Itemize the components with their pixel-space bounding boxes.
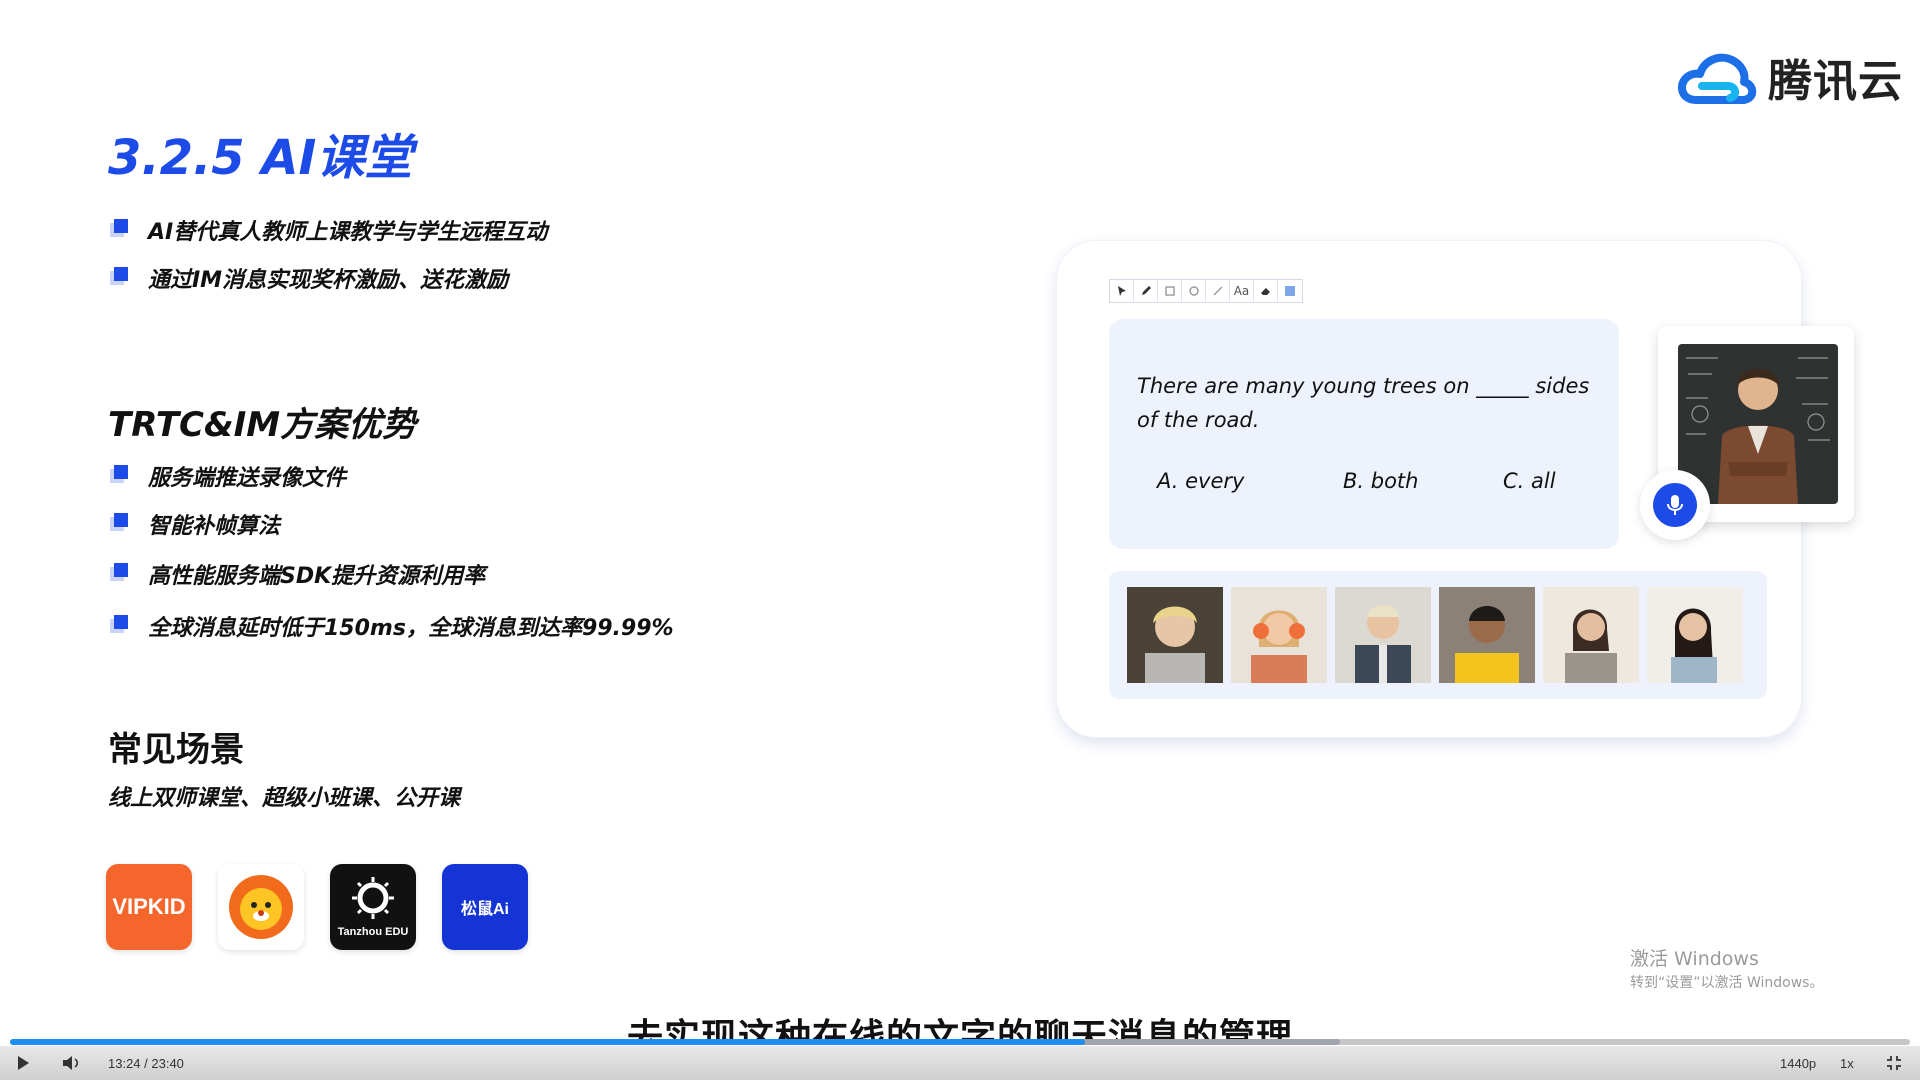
sun-icon [352,877,394,919]
list-item-text: AI替代真人教师上课教学与学生远程互动 [148,220,548,245]
option-a[interactable]: A. every [1157,469,1244,493]
speed-button[interactable]: 1x [1840,1046,1854,1080]
play-icon[interactable] [16,1046,30,1080]
lion-logo [218,864,304,950]
whiteboard-toolbar: Aa [1109,279,1303,303]
songshu-ai-logo: 松鼠Ai [442,864,528,950]
student-video[interactable] [1127,587,1223,683]
scenarios-heading: 常见场景 [108,730,244,770]
windows-watermark-hint: 转到“设置”以激活 Windows。 [1630,975,1824,991]
question-panel: There are many young trees on _____ side… [1109,319,1619,549]
option-b[interactable]: B. both [1343,469,1418,493]
vipkid-logo-text: VIPKID [112,894,186,919]
list-item: 服务端推送录像文件 [110,452,674,500]
bullet-icon [110,615,128,633]
advantages-heading: TRTC&IM方案优势 [108,405,417,445]
fullscreen-exit-icon[interactable] [1886,1046,1902,1080]
tanzhou-logo: Tanzhou EDU [330,864,416,950]
student-video[interactable] [1231,587,1327,683]
rect-icon[interactable] [1158,280,1182,302]
student-video[interactable] [1439,587,1535,683]
student-video[interactable] [1335,587,1431,683]
tanzhou-logo-text: Tanzhou EDU [337,926,409,938]
color-icon[interactable] [1278,280,1302,302]
feature-list: AI替代真人教师上课教学与学生远程互动 通过IM消息实现奖杯激励、送花激励 [110,206,547,302]
scenarios-text: 线上双师课堂、超级小班课、公开课 [108,786,461,811]
pen-icon[interactable] [1134,280,1158,302]
bullet-icon [110,465,128,483]
line-icon[interactable] [1206,280,1230,302]
app-logos: VIPKID Tanzhou EDU 松鼠Ai [106,864,528,950]
student-video[interactable] [1647,587,1743,683]
list-item-text: 通过IM消息实现奖杯激励、送花激励 [148,268,509,293]
list-item: 智能补帧算法 [110,500,674,548]
list-item-text: 服务端推送录像文件 [148,466,347,491]
time-display: 13:24 / 23:40 [108,1055,184,1071]
songshu-logo-text: 松鼠Ai [460,901,509,918]
microphone-icon [1653,483,1697,527]
bullet-icon [110,267,128,285]
brand-name: 腾讯云 [1768,56,1903,107]
list-item-text: 全球消息延时低于150ms，全球消息到达率99.99% [148,616,674,641]
player-controls: 13:24 / 23:40 1440p 1x [0,1046,1920,1080]
windows-watermark-title: 激活 Windows [1630,948,1759,970]
pointer-icon[interactable] [1110,280,1134,302]
slide-title: 3.2.5 AI课堂 [108,130,413,186]
list-item-text: 智能补帧算法 [148,514,281,539]
video-subtitle: 去实现这种在线的文字的聊天消息的管理 [626,1017,1293,1042]
text-icon[interactable]: Aa [1230,280,1254,302]
option-c[interactable]: C. all [1503,469,1556,493]
eraser-icon[interactable] [1254,280,1278,302]
seek-bar[interactable] [10,1039,1910,1045]
list-item: AI替代真人教师上课教学与学生远程互动 [110,206,547,254]
list-item: 通过IM消息实现奖杯激励、送花激励 [110,254,547,302]
student-video-strip [1109,571,1767,699]
advantages-list: 服务端推送录像文件 智能补帧算法 高性能服务端SDK提升资源利用率 全球消息延时… [110,452,674,652]
brand-logo: 腾讯云 [1676,42,1903,112]
vipkid-logo: VIPKID [106,864,192,950]
cloud-icon [1677,53,1757,104]
list-item-text: 高性能服务端SDK提升资源利用率 [148,564,486,589]
circle-icon[interactable] [1182,280,1206,302]
list-item: 高性能服务端SDK提升资源利用率 [110,548,674,600]
teacher-image [1678,344,1838,504]
volume-icon[interactable] [62,1046,82,1080]
student-video[interactable] [1543,587,1639,683]
progress-fill [10,1039,1086,1045]
microphone-button[interactable] [1640,470,1710,540]
bullet-icon [110,513,128,531]
list-item: 全球消息延时低于150ms，全球消息到达率99.99% [110,600,674,652]
lion-icon [229,875,293,939]
bullet-icon [110,219,128,237]
quality-button[interactable]: 1440p [1780,1046,1816,1080]
bullet-icon [110,563,128,581]
question-text: There are many young trees on _____ side… [1137,374,1590,432]
